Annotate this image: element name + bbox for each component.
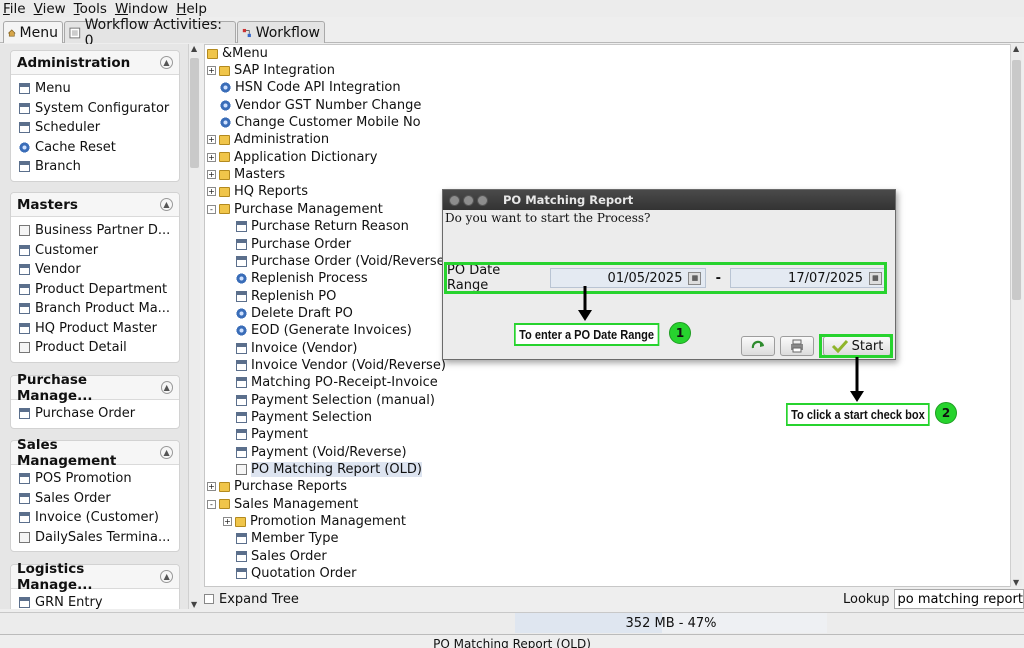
step-badge-2: 2 [935,402,957,424]
annotation-note-1: To enter a PO Date Range [514,323,660,346]
annotation-note-2: To click a start check box [786,403,930,426]
annotation-arrows [578,286,864,402]
step-badge-1: 1 [669,322,691,344]
arrow-icon [850,357,864,402]
arrow-icon [578,286,592,321]
